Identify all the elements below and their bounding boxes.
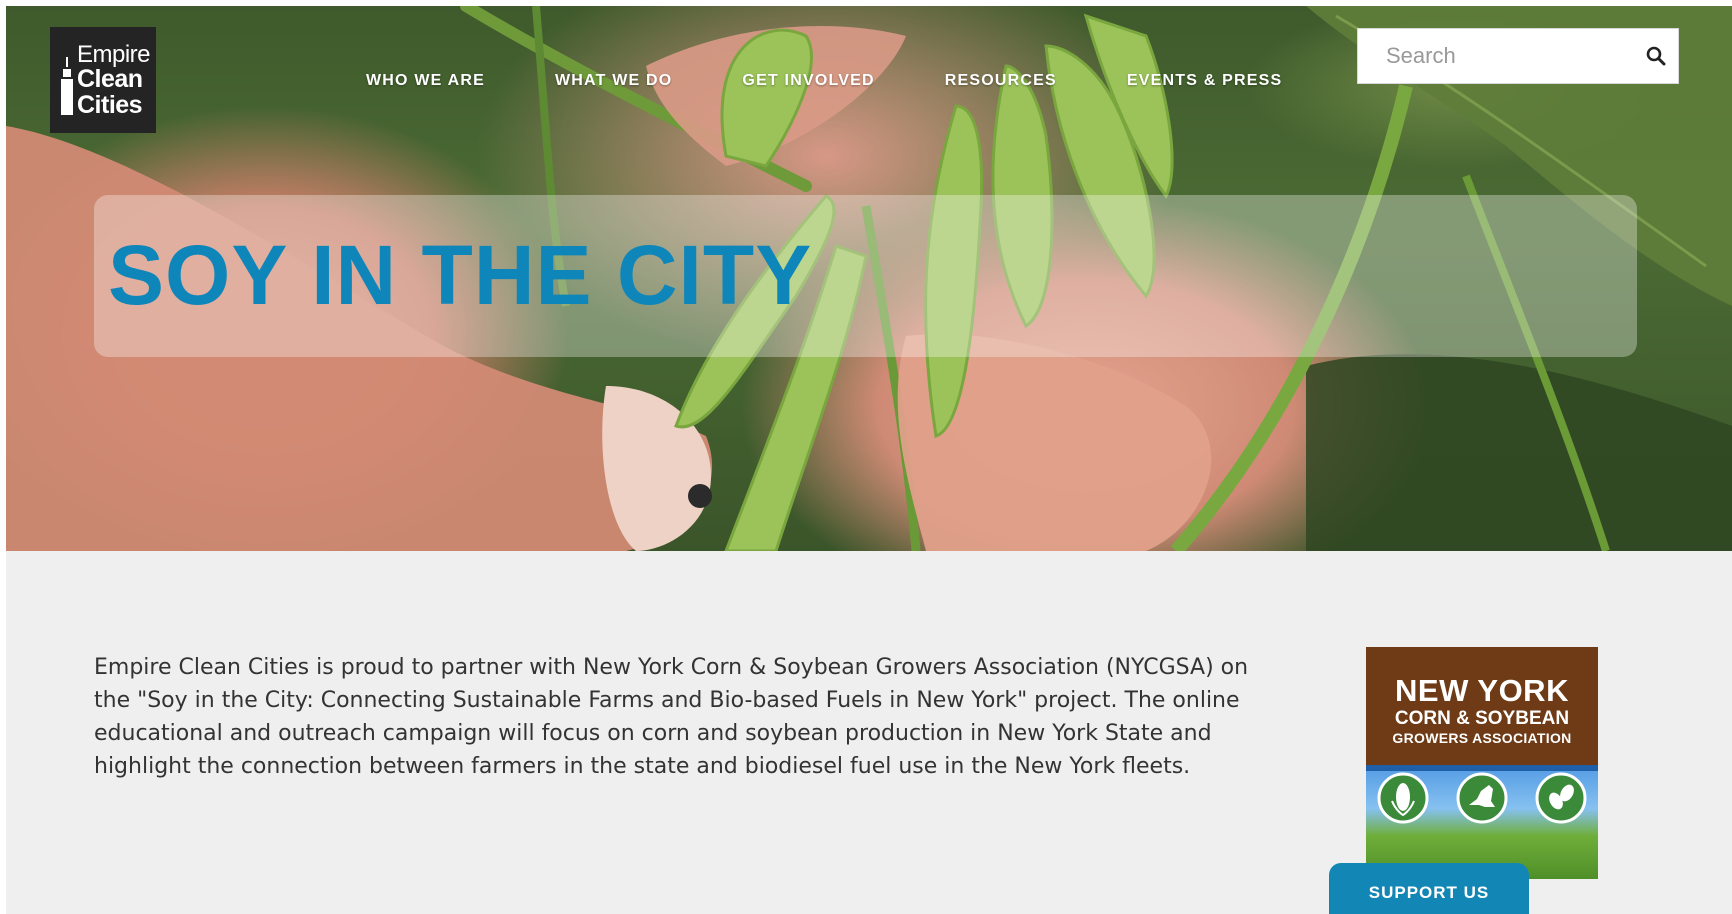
- skyscraper-icon: [61, 57, 73, 115]
- search-box: [1357, 28, 1679, 84]
- nav-resources[interactable]: RESOURCES: [945, 72, 1057, 100]
- nycgsa-logo-line1: NEW YORK: [1395, 673, 1569, 708]
- page-title: SOY IN THE CITY: [108, 228, 813, 322]
- logo-text-clean: Clean: [77, 65, 143, 93]
- main-nav: WHO WE ARE WHAT WE DO GET INVOLVED RESOU…: [366, 72, 1282, 100]
- new-york-state-icon: [1456, 772, 1508, 824]
- nycgsa-logo[interactable]: NEW YORK CORN & SOYBEAN GROWERS ASSOCIAT…: [1366, 647, 1598, 879]
- site-logo[interactable]: Empire Clean Cities: [50, 27, 156, 133]
- nav-what-we-do[interactable]: WHAT WE DO: [555, 72, 672, 100]
- nav-get-involved[interactable]: GET INVOLVED: [742, 72, 874, 100]
- logo-text-empire: Empire: [77, 41, 151, 68]
- support-us-button[interactable]: SUPPORT US: [1329, 863, 1529, 914]
- hero-banner: Empire Clean Cities WHO WE ARE WHAT WE D…: [6, 6, 1732, 551]
- nycgsa-logo-header: NEW YORK CORN & SOYBEAN GROWERS ASSOCIAT…: [1366, 647, 1598, 765]
- soybean-icon: [1535, 772, 1587, 824]
- corn-icon: [1377, 772, 1429, 824]
- nycgsa-logo-line3: GROWERS ASSOCIATION: [1392, 730, 1572, 746]
- intro-paragraph: Empire Clean Cities is proud to partner …: [94, 655, 1249, 779]
- logo-text-cities: Cities: [77, 91, 143, 119]
- nycgsa-logo-line2: CORN & SOYBEAN: [1394, 708, 1570, 729]
- page-frame: Empire Clean Cities WHO WE ARE WHAT WE D…: [6, 6, 1732, 914]
- search-icon[interactable]: [1646, 46, 1666, 66]
- search-input[interactable]: [1358, 29, 1656, 83]
- nav-events-press[interactable]: EVENTS & PRESS: [1127, 72, 1283, 100]
- title-band: SOY IN THE CITY: [94, 195, 1637, 357]
- nav-who-we-are[interactable]: WHO WE ARE: [366, 72, 485, 100]
